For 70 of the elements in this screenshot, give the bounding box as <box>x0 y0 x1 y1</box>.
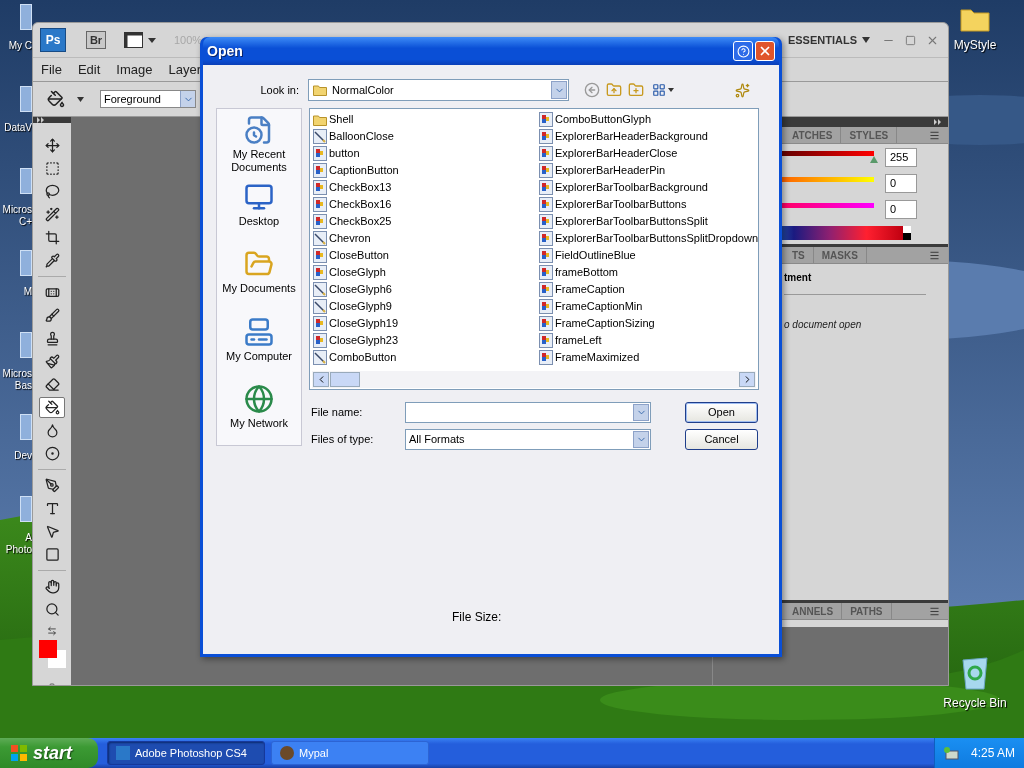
cancel-button[interactable]: Cancel <box>685 429 758 450</box>
listing-entry[interactable]: FrameMaximized <box>539 349 765 366</box>
taskbar-button[interactable]: Adobe Photoshop CS4 <box>107 741 265 765</box>
listing-entry[interactable]: button <box>313 145 539 162</box>
listing-entry[interactable]: frameLeft <box>539 332 765 349</box>
menu-item[interactable]: File <box>41 59 62 80</box>
listing-entry[interactable]: ExplorerBarHeaderPin <box>539 162 765 179</box>
listing-entry[interactable]: CloseGlyph <box>313 264 539 281</box>
desktop-icon-label: DataV <box>4 122 32 134</box>
listing-entry[interactable]: FrameCaption <box>539 281 765 298</box>
listing-entry[interactable]: CaptionButton <box>313 162 539 179</box>
listing-entry[interactable]: frameBottom <box>539 264 765 281</box>
listing-entry[interactable]: ComboButtonGlyph <box>539 111 765 128</box>
listing-entry[interactable]: ExplorerBarToolbarButtons <box>539 196 765 213</box>
listing-entry[interactable]: ComboButton <box>313 349 539 366</box>
start-button[interactable]: start <box>0 738 98 768</box>
app-logo[interactable]: Ps <box>40 28 66 52</box>
listing-entry[interactable]: CloseGlyph6 <box>313 281 539 298</box>
place-item[interactable]: My Recent Documents <box>231 148 287 174</box>
desktop-icon-label: A Photo <box>5 532 32 556</box>
listing-entry[interactable]: Chevron <box>313 230 539 247</box>
file-name-label: File name: <box>310 405 364 421</box>
menu-item[interactable]: Edit <box>77 59 101 80</box>
listing-entry[interactable]: CloseButton <box>313 247 539 264</box>
listing-entry[interactable]: CloseGlyph19 <box>313 315 539 332</box>
listing-entry[interactable]: ExplorerBarToolbarBackground <box>539 179 765 196</box>
desktop-icon-label: M <box>23 286 32 298</box>
adjustments-title: tment <box>784 271 813 285</box>
desktop-icon-label: Micros Bas <box>2 368 32 392</box>
look-in-select[interactable]: NormalColor <box>308 79 569 101</box>
channel-value-field[interactable]: 255 <box>885 148 917 167</box>
menu-item[interactable]: Layer <box>168 59 202 80</box>
listing-entry[interactable]: ExplorerBarHeaderClose <box>539 145 765 162</box>
channel-value-field[interactable]: 0 <box>885 174 917 193</box>
listing-entry[interactable]: ExplorerBarHeaderBackground <box>539 128 765 145</box>
listing-entry[interactable]: CloseGlyph9 <box>313 298 539 315</box>
channel-value-field[interactable]: 0 <box>885 200 917 219</box>
desktop-icon-label: My C <box>8 40 32 52</box>
no-document-message: o document open <box>784 318 863 332</box>
menu-item[interactable]: Image <box>116 59 153 80</box>
workspace-switcher[interactable]: ESSENTIALS <box>787 31 870 49</box>
listing-entry[interactable]: ExplorerBarToolbarButtonsSplitDropdown <box>539 230 765 247</box>
desktop-icon-label: MyStyle <box>953 37 997 54</box>
place-item[interactable]: My Documents <box>222 282 296 296</box>
place-item[interactable]: Desktop <box>238 215 280 229</box>
file-type-label: Files of type: <box>310 432 375 448</box>
open-button[interactable]: Open <box>685 402 758 423</box>
listing-entry[interactable]: CheckBox25 <box>313 213 539 230</box>
listing-entry[interactable]: ExplorerBarToolbarButtonsSplit <box>539 213 765 230</box>
desktop-icon-label: Micros C+ <box>2 204 32 228</box>
place-item[interactable]: My Network <box>229 416 289 430</box>
listing-entry[interactable]: Shell <box>313 111 539 128</box>
look-in-label: Look in: <box>259 82 300 98</box>
listing-entry[interactable]: FrameCaptionMin <box>539 298 765 315</box>
listing-entry[interactable]: BalloonClose <box>313 128 539 145</box>
clock: 4:25 AM <box>971 745 1016 762</box>
listing-entry[interactable]: CheckBox13 <box>313 179 539 196</box>
desktop-icon-label: Dev <box>14 450 32 462</box>
bridge-button[interactable]: Br <box>86 31 106 49</box>
listing-entry[interactable]: CloseGlyph23 <box>313 332 539 349</box>
listing-entry[interactable]: CheckBox16 <box>313 196 539 213</box>
desktop-icon-label: Recycle Bin <box>943 695 1007 712</box>
place-item[interactable]: My Computer <box>226 349 292 363</box>
listing-entry[interactable]: FrameCaptionSizing <box>539 315 765 332</box>
file-size-label: File Size: <box>451 609 503 626</box>
file-type-select[interactable]: All Formats <box>405 429 651 450</box>
dialog-title: Open <box>207 41 243 61</box>
listing-entry[interactable]: FieldOutlineBlue <box>539 247 765 264</box>
taskbar-button[interactable]: Mypal <box>271 741 429 765</box>
fill-source-select[interactable]: Foreground <box>100 90 196 108</box>
